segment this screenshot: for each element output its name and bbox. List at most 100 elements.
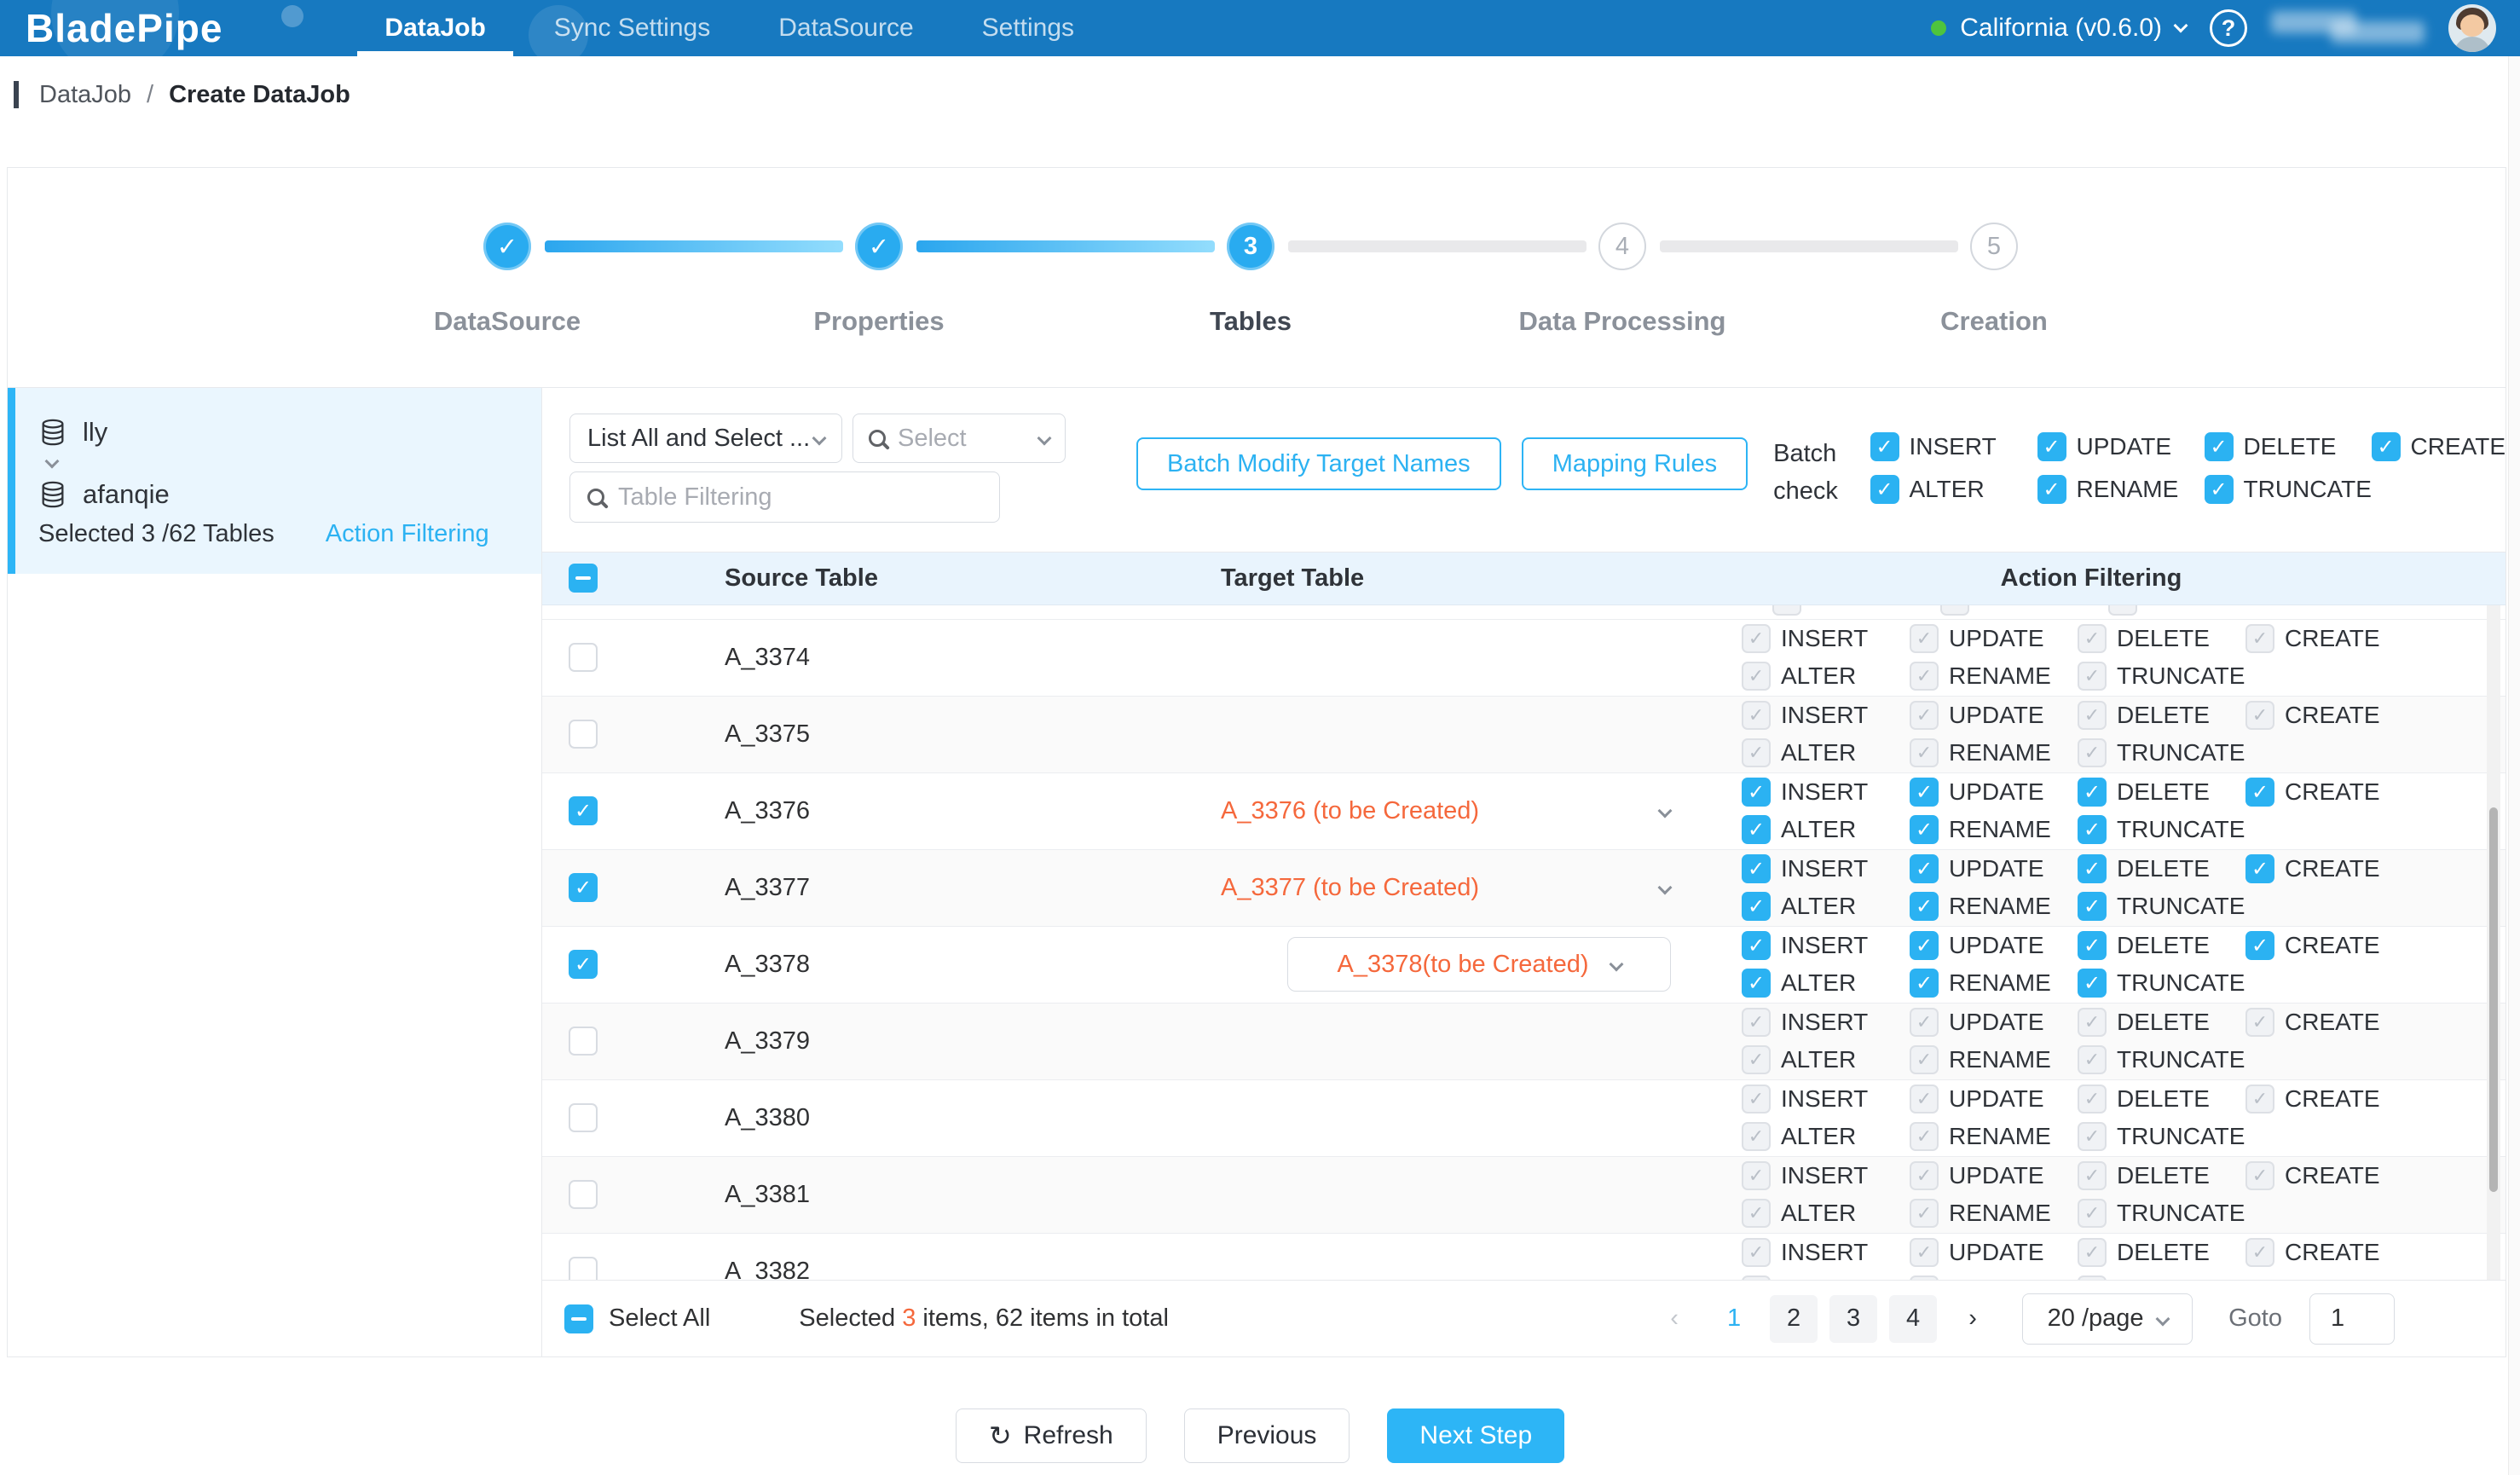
table-row[interactable]: A_3381 INSERTUPDATEDELETECREATEALTERRENA… bbox=[542, 1157, 2506, 1234]
list-mode-select[interactable]: List All and Select ... bbox=[569, 414, 842, 463]
action-checkbox-delete[interactable]: DELETE bbox=[2078, 931, 2245, 960]
checkbox-checked-icon[interactable] bbox=[1742, 969, 1771, 998]
checkbox-checked-icon[interactable] bbox=[1910, 969, 1939, 998]
checkbox-checked-icon[interactable] bbox=[2037, 475, 2066, 504]
action-checkbox-truncate[interactable]: TRUNCATE bbox=[2078, 969, 2245, 998]
next-step-button[interactable]: Next Step bbox=[1387, 1408, 1564, 1463]
region-selector[interactable]: California (v0.6.0) bbox=[1931, 14, 2186, 43]
nav-tab-datasource[interactable]: DataSource bbox=[744, 0, 947, 56]
page-button-2[interactable]: 2 bbox=[1770, 1295, 1818, 1343]
refresh-button[interactable]: ↻ Refresh bbox=[956, 1408, 1147, 1463]
nav-tab-settings[interactable]: Settings bbox=[948, 0, 1108, 56]
checkbox-checked-icon[interactable] bbox=[1910, 892, 1939, 921]
checkbox-checked-icon[interactable] bbox=[1742, 892, 1771, 921]
batch-checkbox-truncate[interactable]: TRUNCATE bbox=[2205, 475, 2372, 504]
action-checkbox-insert[interactable]: INSERT bbox=[1742, 931, 1910, 960]
checkbox-checked-icon[interactable] bbox=[2037, 432, 2066, 461]
action-checkbox-update[interactable]: UPDATE bbox=[1910, 931, 2078, 960]
row-checkbox[interactable] bbox=[569, 873, 598, 902]
checkbox-checked-icon[interactable] bbox=[1742, 854, 1771, 883]
target-table-select[interactable]: A_3378(to be Created) bbox=[1287, 937, 1671, 992]
select-all-checkbox[interactable] bbox=[564, 1304, 593, 1333]
action-checkbox-update[interactable]: UPDATE bbox=[1910, 854, 2078, 883]
batch-checkbox-update[interactable]: UPDATE bbox=[2037, 432, 2205, 461]
page-size-select[interactable]: 20 /page bbox=[2022, 1293, 2193, 1345]
action-checkbox-insert[interactable]: INSERT bbox=[1742, 854, 1910, 883]
select-dropdown[interactable]: Select bbox=[853, 414, 1066, 463]
action-filtering-link[interactable]: Action Filtering bbox=[326, 520, 489, 548]
checkbox-checked-icon[interactable] bbox=[1742, 778, 1771, 807]
next-page-button[interactable]: › bbox=[1949, 1295, 1997, 1343]
row-checkbox[interactable] bbox=[569, 1027, 598, 1056]
row-checkbox[interactable] bbox=[569, 643, 598, 672]
action-checkbox-delete[interactable]: DELETE bbox=[2078, 854, 2245, 883]
action-checkbox-delete[interactable]: DELETE bbox=[2078, 778, 2245, 807]
select-all-header-checkbox[interactable] bbox=[569, 564, 598, 593]
checkbox-checked-icon[interactable] bbox=[2245, 931, 2274, 960]
batch-checkbox-insert[interactable]: INSERT bbox=[1870, 432, 2037, 461]
previous-button[interactable]: Previous bbox=[1184, 1408, 1350, 1463]
checkbox-checked-icon[interactable] bbox=[1910, 931, 1939, 960]
checkbox-checked-icon[interactable] bbox=[2205, 475, 2234, 504]
checkbox-checked-icon[interactable] bbox=[1870, 475, 1899, 504]
checkbox-checked-icon[interactable] bbox=[2372, 432, 2401, 461]
table-row[interactable]: A_3376 A_3376 (to be Created) INSERTUPDA… bbox=[542, 773, 2506, 850]
checkbox-checked-icon[interactable] bbox=[2078, 969, 2107, 998]
mapping-rules-button[interactable]: Mapping Rules bbox=[1522, 437, 1748, 490]
checkbox-checked-icon[interactable] bbox=[1910, 778, 1939, 807]
checkbox-checked-icon[interactable] bbox=[2078, 815, 2107, 844]
checkbox-checked-icon[interactable] bbox=[2078, 778, 2107, 807]
action-checkbox-alter[interactable]: ALTER bbox=[1742, 892, 1910, 921]
breadcrumb-parent[interactable]: DataJob bbox=[39, 81, 131, 109]
nav-tab-datajob[interactable]: DataJob bbox=[350, 0, 519, 56]
table-row[interactable]: A_3380 INSERTUPDATEDELETECREATEALTERRENA… bbox=[542, 1080, 2506, 1157]
action-checkbox-rename[interactable]: RENAME bbox=[1910, 815, 2078, 844]
row-checkbox[interactable] bbox=[569, 1180, 598, 1209]
action-checkbox-create[interactable]: CREATE bbox=[2245, 931, 2506, 960]
batch-checkbox-alter[interactable]: ALTER bbox=[1870, 475, 2037, 504]
row-checkbox[interactable] bbox=[569, 950, 598, 979]
action-checkbox-create[interactable]: CREATE bbox=[2245, 778, 2506, 807]
action-checkbox-truncate[interactable]: TRUNCATE bbox=[2078, 815, 2245, 844]
page-button-1[interactable]: 1 bbox=[1710, 1295, 1758, 1343]
row-checkbox[interactable] bbox=[569, 1103, 598, 1132]
checkbox-checked-icon[interactable] bbox=[2245, 854, 2274, 883]
checkbox-checked-icon[interactable] bbox=[2078, 892, 2107, 921]
table-row[interactable]: A_3377 A_3377 (to be Created) INSERTUPDA… bbox=[542, 850, 2506, 927]
page-button-3[interactable]: 3 bbox=[1829, 1295, 1877, 1343]
batch-checkbox-create[interactable]: CREATE bbox=[2372, 432, 2506, 461]
avatar[interactable] bbox=[2448, 4, 2496, 52]
checkbox-checked-icon[interactable] bbox=[1910, 815, 1939, 844]
row-checkbox[interactable] bbox=[569, 720, 598, 749]
batch-checkbox-rename[interactable]: RENAME bbox=[2037, 475, 2205, 504]
scrollbar-thumb[interactable] bbox=[2489, 807, 2498, 1192]
table-row[interactable]: A_3375 INSERTUPDATEDELETECREATEALTERRENA… bbox=[542, 697, 2506, 773]
batch-checkbox-delete[interactable]: DELETE bbox=[2205, 432, 2372, 461]
checkbox-checked-icon[interactable] bbox=[2205, 432, 2234, 461]
goto-page-input[interactable]: 1 bbox=[2309, 1293, 2395, 1345]
table-row[interactable]: A_3379 INSERTUPDATEDELETECREATEALTERRENA… bbox=[542, 1004, 2506, 1080]
checkbox-checked-icon[interactable] bbox=[1870, 432, 1899, 461]
action-checkbox-update[interactable]: UPDATE bbox=[1910, 778, 2078, 807]
action-checkbox-alter[interactable]: ALTER bbox=[1742, 969, 1910, 998]
table-row[interactable]: A_3382 INSERTUPDATEDELETECREATEALTERRENA… bbox=[542, 1234, 2506, 1280]
action-checkbox-rename[interactable]: RENAME bbox=[1910, 969, 2078, 998]
page-scrollbar[interactable] bbox=[2508, 56, 2520, 1475]
row-checkbox[interactable] bbox=[569, 1257, 598, 1280]
help-icon[interactable]: ? bbox=[2210, 9, 2247, 47]
action-checkbox-truncate[interactable]: TRUNCATE bbox=[2078, 892, 2245, 921]
checkbox-checked-icon[interactable] bbox=[1742, 815, 1771, 844]
checkbox-checked-icon[interactable] bbox=[1742, 931, 1771, 960]
action-checkbox-alter[interactable]: ALTER bbox=[1742, 815, 1910, 844]
table-filter-input[interactable]: Table Filtering bbox=[569, 471, 1000, 523]
checkbox-checked-icon[interactable] bbox=[2078, 854, 2107, 883]
nav-tab-sync-settings[interactable]: Sync Settings bbox=[520, 0, 744, 56]
checkbox-checked-icon[interactable] bbox=[1910, 854, 1939, 883]
action-checkbox-insert[interactable]: INSERT bbox=[1742, 778, 1910, 807]
prev-page-button[interactable]: ‹ bbox=[1650, 1295, 1698, 1343]
table-row[interactable]: A_3374 INSERTUPDATEDELETECREATEALTERRENA… bbox=[542, 620, 2506, 697]
chevron-down-icon[interactable] bbox=[1658, 881, 1673, 895]
page-button-4[interactable]: 4 bbox=[1889, 1295, 1937, 1343]
row-checkbox[interactable] bbox=[569, 796, 598, 825]
checkbox-checked-icon[interactable] bbox=[2245, 778, 2274, 807]
